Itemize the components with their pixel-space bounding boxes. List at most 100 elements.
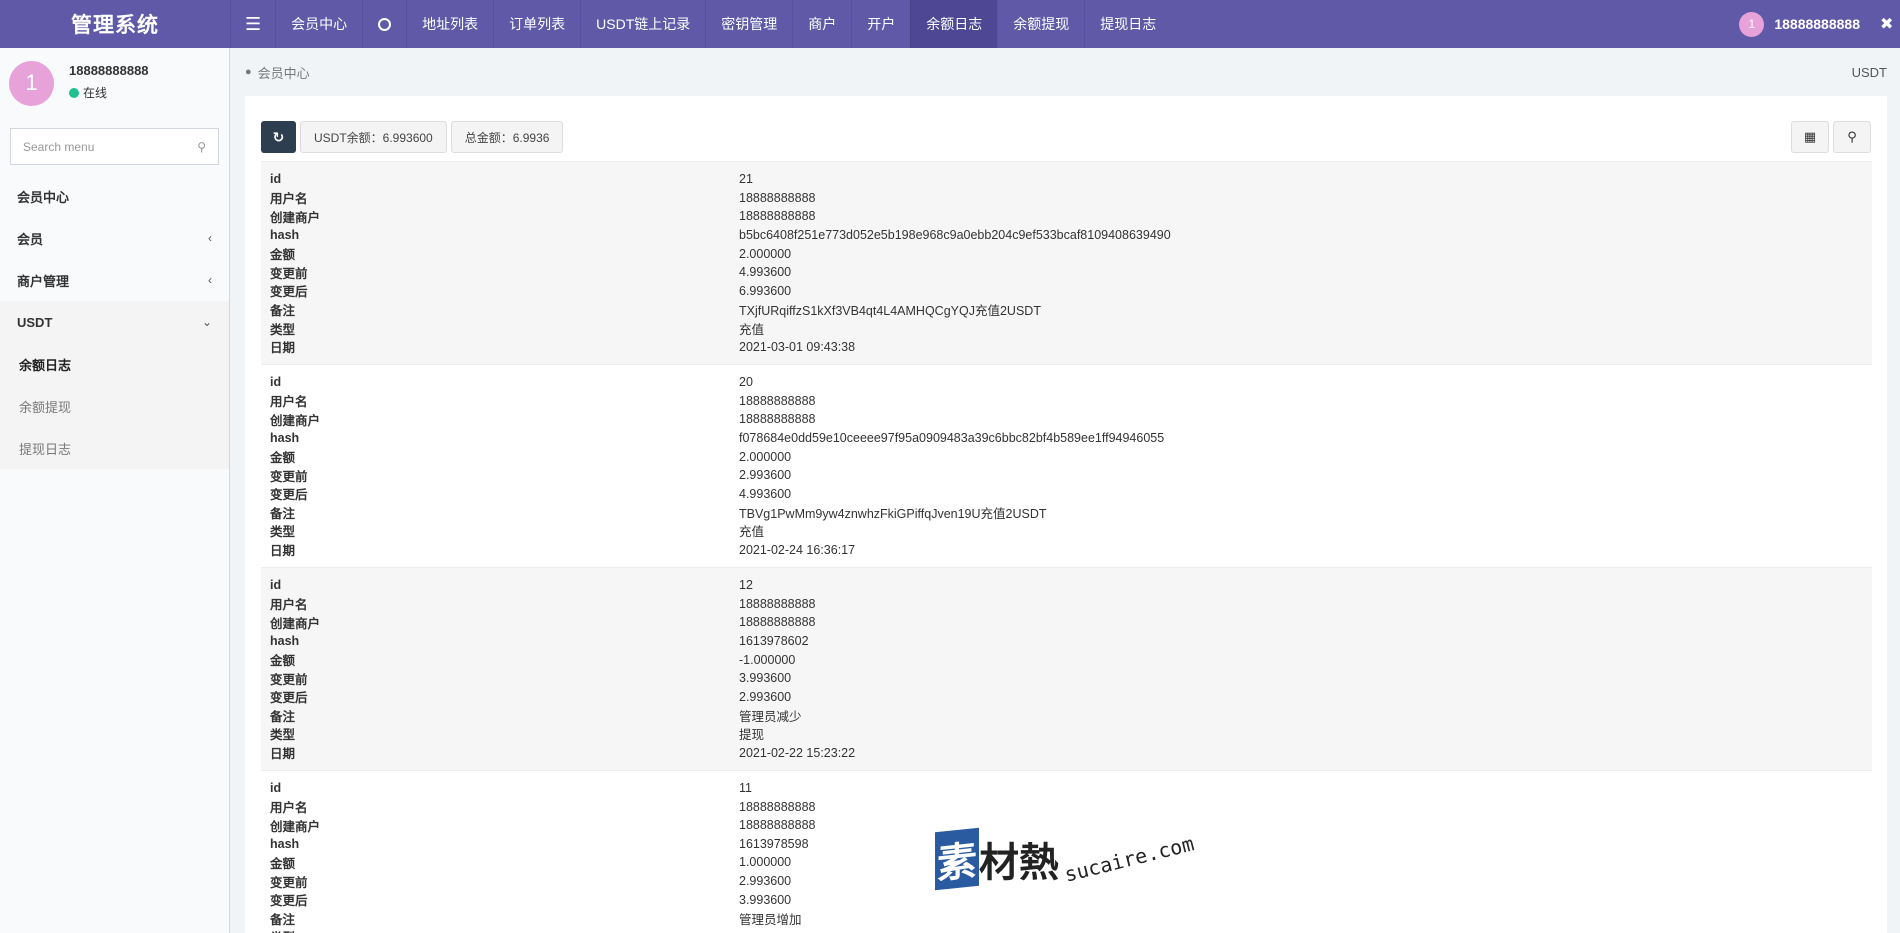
breadcrumb[interactable]: 会员中心 (258, 63, 310, 82)
field-value: 12 (739, 578, 753, 593)
field-value: 4.993600 (739, 265, 792, 280)
nav-key-management[interactable]: 密钥管理 (705, 0, 792, 48)
fullscreen-icon[interactable]: ✖ (1880, 14, 1900, 34)
field-value: 1.000000 (739, 855, 792, 870)
app-title[interactable]: 管理系统 (0, 0, 230, 48)
record-field-username: 用户名 18888888888 (261, 189, 1872, 208)
refresh-button[interactable]: ↻ (261, 121, 296, 153)
record-field-date: 日期 2021-03-01 09:43:38 (261, 337, 1872, 356)
usdt-balance-badge: USDT余额：6.993600 (300, 121, 447, 153)
record-field-type: 类型 充值 (261, 522, 1872, 541)
online-status: 在线 (69, 84, 149, 101)
menu-toggle-icon[interactable]: ☰ (230, 0, 275, 48)
watermark-logo-text: 材熱 (979, 840, 1059, 886)
sidebar: 1 18888888888 在线 ⚲ 会员中心 会员 ‹ 商户管理 ‹ USDT… (0, 48, 230, 933)
record-field-before: 变更前 4.993600 (261, 263, 1872, 282)
record-field-amount: 金额 2.000000 (261, 447, 1872, 466)
record-field-remark: 备注 管理员减少 (261, 706, 1872, 725)
sidebar-item-usdt[interactable]: USDT ⌄ (0, 301, 229, 343)
toolbar: ↻ USDT余额：6.993600 总金额：6.9936 ▦ ⚲ (261, 121, 1871, 153)
nav-merchant[interactable]: 商户 (792, 0, 851, 48)
field-label: hash (270, 431, 300, 446)
field-value: 11 (739, 781, 752, 796)
field-label: 变更前 (270, 266, 308, 281)
sidebar-subitem-balance-log[interactable]: 余额日志 (0, 343, 229, 385)
record-field-id: id 20 (261, 373, 1872, 392)
user-panel: 1 18888888888 在线 (0, 48, 229, 118)
records-list: id 21 用户名 18888888888 创建商户 18888888888 hash b5b… (261, 161, 1872, 933)
record-field-after: 变更后 3.993600 (261, 890, 1872, 909)
field-value: 18888888888 (739, 799, 816, 814)
search-button[interactable]: ⚲ (1833, 121, 1871, 153)
list-item: id 21 用户名 18888888888 创建商户 18888888888 hash b5b… (261, 161, 1872, 364)
field-value: 21 (739, 172, 753, 187)
field-label: 金额 (270, 248, 296, 263)
nav-member-center[interactable]: 会员中心 (275, 0, 362, 48)
field-label: 日期 (270, 544, 296, 559)
field-value: 18888888888 (739, 209, 816, 224)
sidebar-item-label: 商户管理 (17, 273, 70, 289)
status-label: 在线 (83, 86, 108, 100)
sidebar-item-label: 会员 (17, 231, 44, 247)
field-value: 1613978602 (739, 633, 809, 648)
nav-withdraw-log[interactable]: 提现日志 (1084, 0, 1171, 48)
content-box: ↻ USDT余额：6.993600 总金额：6.9936 ▦ ⚲ id 21 用户名… (245, 96, 1887, 933)
record-field-date: 日期 2021-02-22 15:23:22 (261, 743, 1872, 762)
search-input[interactable] (23, 139, 198, 154)
list-item: id 20 用户名 18888888888 创建商户 18888888888 hash f07… (261, 363, 1872, 567)
user-name: 18888888888 (1774, 16, 1860, 32)
sidebar-subitem-withdraw-log[interactable]: 提现日志 (0, 427, 229, 469)
field-label: 变更后 (270, 691, 308, 706)
field-label: 创建商户 (270, 413, 321, 428)
field-label: 变更前 (270, 672, 308, 687)
field-label: hash (270, 228, 300, 243)
nav-balance-withdraw[interactable]: 余额提现 (997, 0, 1084, 48)
record-field-id: id 21 (261, 170, 1872, 189)
nav-usdt-chain-records[interactable]: USDT链上记录 (580, 0, 705, 48)
record-field-type: 类型 充值 (261, 319, 1872, 338)
field-value: 18888888888 (739, 615, 816, 630)
field-value: TBVg1PwMm9yw4znwhzFkiGPiffqJven19U充值2USD… (739, 506, 1047, 521)
sidebar-item-merchant-management[interactable]: 商户管理 ‹ (0, 259, 229, 301)
avatar: 1 (9, 60, 54, 106)
nav-order-list[interactable]: 订单列表 (493, 0, 580, 48)
field-label: 变更后 (270, 285, 308, 300)
field-value: 18888888888 (739, 393, 816, 408)
user-menu[interactable]: 1 18888888888 (1739, 11, 1880, 37)
field-value: 18888888888 (739, 412, 816, 427)
field-label: 用户名 (270, 395, 308, 410)
record-field-amount: 金额 2.000000 (261, 244, 1872, 263)
watermark-logo-mark: 素 (935, 827, 979, 891)
circle-icon[interactable] (362, 0, 406, 48)
sidebar-item-member-center[interactable]: 会员中心 (0, 175, 229, 217)
sidebar-subitem-balance-withdraw[interactable]: 余额提现 (0, 385, 229, 427)
user-name: 18888888888 (69, 63, 149, 78)
nav-address-list[interactable]: 地址列表 (406, 0, 493, 48)
field-value: 20 (739, 375, 753, 390)
field-label: 用户名 (270, 598, 308, 613)
field-value: 管理员增加 (739, 912, 802, 927)
field-label: 备注 (270, 303, 296, 318)
field-value: 2.993600 (739, 689, 792, 704)
field-label: 类型 (270, 525, 296, 540)
table-icon: ▦ (1803, 129, 1817, 144)
field-value: 2.000000 (739, 449, 792, 464)
field-value: 18888888888 (739, 190, 816, 205)
avatar: 1 (1739, 11, 1765, 37)
record-field-merchant: 创建商户 18888888888 (261, 410, 1872, 429)
field-label: 备注 (270, 506, 296, 521)
field-label: 创建商户 (270, 819, 321, 834)
search-icon[interactable]: ⚲ (197, 140, 206, 154)
record-field-remark: 备注 TXjfURqiffzS1kXf3VB4qt4L4AMHQCgYQJ充值2U… (261, 300, 1872, 319)
sidebar-item-member[interactable]: 会员 ‹ (0, 217, 229, 259)
field-label: 金额 (270, 856, 296, 871)
record-field-type: 类型 (261, 928, 1872, 933)
main-content: ● 会员中心 USDT ↻ USDT余额：6.993600 总金额：6.9936… (230, 48, 1900, 933)
nav-balance-log[interactable]: 余额日志 (910, 0, 998, 48)
nav-open-account[interactable]: 开户 (851, 0, 910, 48)
field-value: 3.993600 (739, 671, 792, 686)
toggle-view-button[interactable]: ▦ (1791, 121, 1829, 153)
field-value: TXjfURqiffzS1kXf3VB4qt4L4AMHQCgYQJ充值2USD… (739, 303, 1041, 318)
top-header: 管理系统 ☰ 会员中心 地址列表 订单列表 USDT链上记录 密钥管理 商户 开… (0, 0, 1900, 48)
record-field-remark: 备注 管理员增加 (261, 909, 1872, 928)
